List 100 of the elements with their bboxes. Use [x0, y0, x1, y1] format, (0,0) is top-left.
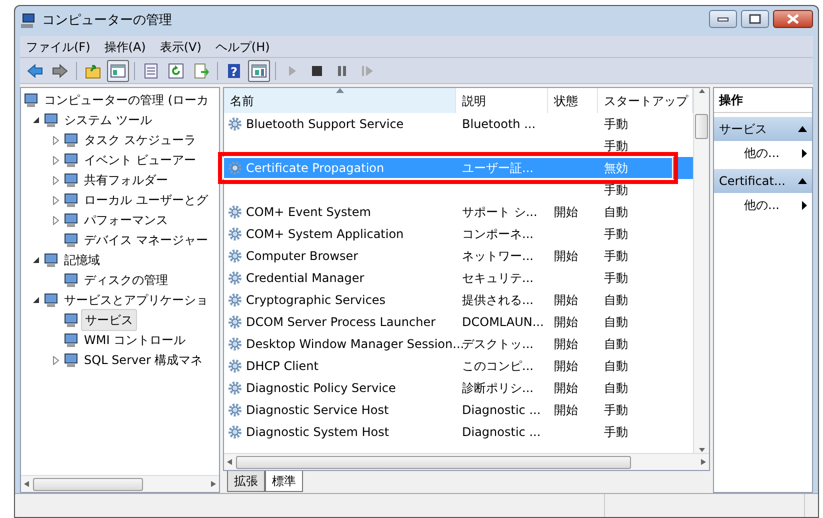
table-cell-text: ユーザー証... [462, 160, 534, 177]
tree-item[interactable]: パフォーマンス [81, 210, 171, 230]
gear-icon [228, 380, 243, 396]
service-row[interactable]: COM+ Event System サポート シ... 開始 自動 [224, 201, 693, 223]
tree-item[interactable]: タスク スケジューラ [81, 130, 199, 150]
scroll-thumb[interactable] [695, 114, 708, 139]
gear-icon [228, 204, 243, 220]
gear-icon [228, 226, 243, 242]
table-cell-text: Certificate Propagation [246, 160, 384, 177]
node-icon [63, 312, 79, 328]
service-row[interactable]: Diagnostic Service Host Diagnostic ... 開始 手動 [224, 399, 693, 421]
toolbar-help-button[interactable]: ? [223, 60, 245, 82]
tree-item[interactable]: 共有フォルダー [81, 170, 171, 190]
service-row[interactable]: Desktop Window Manager Session...デスクトッ... 開始 自動 [224, 333, 693, 355]
collapse-triangle-icon[interactable] [32, 116, 40, 124]
table-cell-text: 開始 [554, 248, 578, 265]
tree-item[interactable]: システム ツール [61, 110, 155, 130]
collapse-icon [798, 126, 807, 132]
table-cell-text: 手動 [604, 424, 628, 441]
close-button[interactable] [773, 10, 813, 28]
tree-item[interactable]: ローカル ユーザーとグ [81, 190, 211, 210]
service-row[interactable]: 手動 [224, 179, 693, 201]
table-cell-text: 開始 [554, 204, 578, 221]
menu-item[interactable]: ヘルプ(H) [215, 38, 270, 56]
action-section-header[interactable]: サービス [714, 117, 812, 141]
view-tab[interactable]: 拡張 [227, 471, 265, 492]
menu-item[interactable]: 表示(V) [160, 38, 202, 56]
table-cell-text: DCOMLAUN... [462, 314, 544, 331]
maximize-button[interactable] [741, 10, 769, 28]
service-row[interactable]: Diagnostic Policy Service 診断ポリシ... 開始 自動 [224, 377, 693, 399]
horizontal-scrollbar[interactable] [21, 475, 219, 492]
collapse-triangle-icon[interactable] [32, 256, 40, 264]
table-cell-text: 開始 [554, 402, 578, 419]
minimize-button[interactable] [709, 10, 737, 28]
column-header[interactable]: 名前 [224, 88, 456, 113]
tree-item[interactable]: SQL Server 構成マネ [81, 350, 206, 370]
table-cell-text: 自動 [604, 358, 628, 375]
table-cell-text: 手動 [604, 402, 628, 419]
gear-icon [228, 292, 243, 308]
close-icon [786, 14, 800, 24]
action-item[interactable]: 他の... [714, 141, 812, 165]
scroll-thumb[interactable] [33, 478, 143, 490]
expand-triangle-icon[interactable] [53, 136, 59, 144]
tree-item[interactable]: ディスクの管理 [81, 270, 171, 290]
collapse-triangle-icon[interactable] [32, 296, 40, 304]
table-cell-text: Cryptographic Services [246, 292, 386, 309]
gear-icon [228, 358, 243, 374]
expand-triangle-icon[interactable] [53, 156, 59, 164]
tree-item[interactable]: デバイス マネージャー [81, 230, 211, 250]
service-row[interactable]: Cryptographic Services 提供される... 開始 自動 [224, 289, 693, 311]
table-cell-text: 手動 [604, 248, 628, 265]
table-cell-text: Diagnostic System Host [246, 424, 390, 441]
expand-triangle-icon[interactable] [53, 216, 59, 224]
actions-pane-title: 操作 [714, 88, 812, 113]
service-row[interactable]: 手動 [224, 135, 693, 157]
node-icon [63, 152, 79, 168]
tree-item[interactable]: サービス [81, 309, 137, 331]
pane-icon [251, 62, 267, 78]
back-arrow-icon [27, 62, 43, 78]
table-cell-text: Credential Manager [246, 270, 364, 287]
submenu-arrow-icon [802, 148, 807, 158]
table-cell-text: 開始 [554, 358, 578, 375]
gear-icon [228, 336, 243, 352]
expand-triangle-icon[interactable] [53, 176, 59, 184]
expand-triangle-icon[interactable] [53, 356, 59, 364]
tree-item[interactable]: WMI コントロール [81, 330, 189, 350]
table-cell-text: デスクトッ... [462, 336, 534, 353]
tree-item[interactable]: コンピューターの管理 (ローカ [41, 90, 212, 110]
table-cell-text: Diagnostic Service Host [246, 402, 389, 419]
pane-icon [110, 62, 126, 78]
view-tab[interactable]: 標準 [265, 471, 303, 492]
table-cell-text: Bluetooth Support Service [246, 116, 404, 133]
service-row[interactable]: Diagnostic System Host Diagnostic ... 手動 [224, 421, 693, 443]
service-row[interactable]: DCOM Server Process Launcher DCOMLAUN... 開始 自動 [224, 311, 693, 333]
menu-item[interactable]: 操作(A) [104, 38, 146, 56]
toolbar-pane-button[interactable] [248, 60, 270, 82]
action-section-header[interactable]: Certificat... [714, 169, 812, 193]
scroll-thumb[interactable] [236, 456, 631, 468]
tree-item[interactable]: イベント ビューアー [81, 150, 199, 170]
horizontal-scrollbar[interactable] [224, 453, 709, 470]
expand-triangle-icon[interactable] [53, 196, 59, 204]
table-cell-text: 開始 [554, 380, 578, 397]
table-cell-text: 自動 [604, 314, 628, 331]
node-icon [63, 132, 79, 148]
table-cell-text: 開始 [554, 314, 578, 331]
table-cell-text: 開始 [554, 292, 578, 309]
node-icon [43, 292, 59, 308]
toolbar-pane-button[interactable] [107, 60, 129, 82]
tree-item[interactable]: 記憶域 [61, 250, 103, 270]
service-row[interactable]: DHCP Client このコンピ... 開始 自動 [224, 355, 693, 377]
scroll-down-arrow-icon [698, 447, 706, 453]
service-row[interactable]: Credential Manager セキュリテ... 手動 [224, 267, 693, 289]
table-cell-text: COM+ Event System [246, 204, 371, 221]
service-row[interactable]: Computer Browser ネットワー... 開始 手動 [224, 245, 693, 267]
action-item[interactable]: 他の... [714, 193, 812, 217]
service-row[interactable]: COM+ System Application コンポーネ... 手動 [224, 223, 693, 245]
service-row[interactable]: Bluetooth Support Service Bluetooth ... 手動 [224, 113, 693, 135]
menu-item[interactable]: ファイル(F) [26, 38, 90, 56]
tree-item[interactable]: サービスとアプリケーショ [61, 290, 211, 310]
vertical-scrollbar[interactable] [693, 88, 709, 453]
